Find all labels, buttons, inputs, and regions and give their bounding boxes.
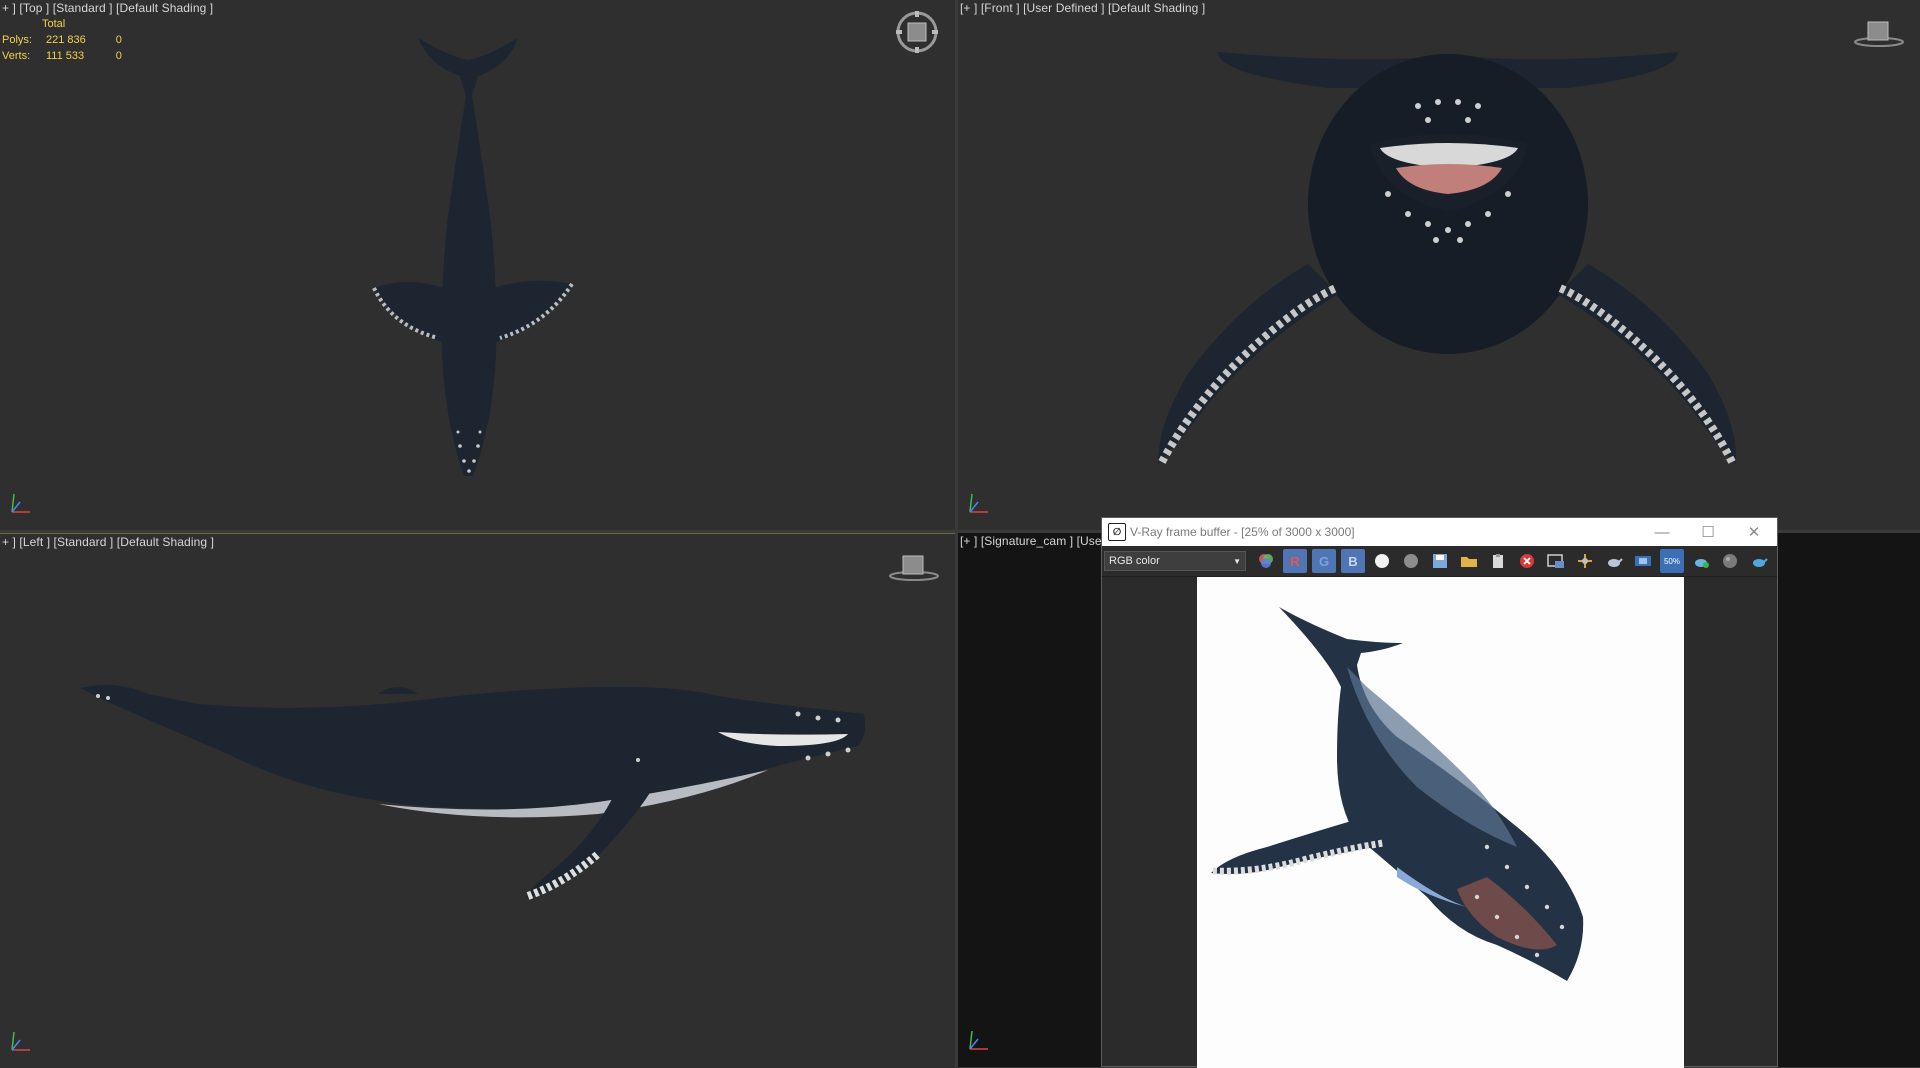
viewport-label-camera[interactable]: [+ ] [Signature_cam ] [User	[960, 534, 1106, 548]
stats-header: Total	[41, 18, 66, 30]
channel-select[interactable]: RGB color ▼	[1104, 551, 1246, 571]
viewport-top[interactable]: + ] [Top ] [Standard ] [Default Shading …	[0, 0, 955, 530]
stats-verts-selected: 0	[115, 50, 122, 62]
stats-overlay: Total Polys: 221 836 0 Verts: 111 533 0	[2, 16, 122, 64]
chevron-down-icon: ▼	[1233, 556, 1241, 566]
axis-gizmo-icon	[8, 1026, 34, 1054]
open-folder-icon[interactable]	[1457, 549, 1481, 573]
teapot-blue-icon[interactable]	[1747, 549, 1771, 573]
circle-white-icon[interactable]	[1370, 549, 1394, 573]
vfb-render-area[interactable]	[1102, 577, 1777, 1068]
vray-logo-icon: ∅	[1108, 523, 1126, 541]
blue-channel-button[interactable]: B	[1341, 549, 1365, 573]
vfb-title-bar[interactable]: ∅ V-Ray frame buffer - [25% of 3000 x 30…	[1102, 518, 1777, 546]
stats-polys-value: 221 836	[45, 34, 86, 46]
clipboard-icon[interactable]	[1486, 549, 1510, 573]
compare-icon[interactable]	[1631, 549, 1655, 573]
channel-select-value: RGB color	[1109, 555, 1160, 567]
viewcube-icon[interactable]	[895, 10, 939, 54]
save-icon[interactable]	[1428, 549, 1452, 573]
whale-top-view[interactable]	[368, 36, 578, 486]
maximize-button[interactable]: ☐	[1685, 518, 1731, 546]
link-icon[interactable]	[1573, 549, 1597, 573]
vfb-title: V-Ray frame buffer - [25% of 3000 x 3000…	[1130, 525, 1355, 539]
sphere-icon[interactable]	[1718, 549, 1742, 573]
viewport-left[interactable]: + ] [Left ] [Standard ] [Default Shading…	[0, 533, 955, 1068]
whale-left-view[interactable]	[78, 674, 878, 914]
vfb-toolbar: RGB color ▼ R G B 50%	[1102, 546, 1777, 577]
axis-gizmo-icon	[966, 1025, 992, 1053]
close-button[interactable]: ✕	[1731, 518, 1777, 546]
whale-front-view[interactable]	[1118, 44, 1778, 484]
red-channel-button[interactable]: R	[1283, 549, 1307, 573]
viewport-label-left[interactable]: + ] [Left ] [Standard ] [Default Shading…	[2, 535, 214, 549]
stats-polys-selected: 0	[115, 34, 122, 46]
axis-gizmo-icon	[8, 488, 34, 516]
vray-frame-buffer-window[interactable]: ∅ V-Ray frame buffer - [25% of 3000 x 30…	[1101, 517, 1778, 1068]
region-icon[interactable]	[1544, 549, 1568, 573]
viewport-label-top[interactable]: + ] [Top ] [Standard ] [Default Shading …	[2, 1, 213, 15]
stats-verts-label: Verts:	[2, 50, 31, 62]
viewport-label-front[interactable]: [+ ] [Front ] [User Defined ] [Default S…	[960, 1, 1205, 15]
clear-icon[interactable]	[1515, 549, 1539, 573]
rendered-image[interactable]	[1197, 577, 1684, 1068]
viewcube-icon[interactable]	[889, 552, 939, 582]
viewport-front[interactable]: [+ ] [Front ] [User Defined ] [Default S…	[958, 0, 1920, 530]
rendered-whale	[1211, 607, 1584, 981]
viewcube-icon[interactable]	[1854, 18, 1904, 48]
teapot-render-icon[interactable]	[1689, 549, 1713, 573]
stats-verts-value: 111 533	[45, 50, 85, 62]
layers-icon[interactable]	[1254, 549, 1278, 573]
teapot-icon[interactable]	[1602, 549, 1626, 573]
zoom-badge[interactable]: 50%	[1660, 549, 1684, 573]
minimize-button[interactable]: —	[1639, 518, 1685, 546]
green-channel-button[interactable]: G	[1312, 549, 1336, 573]
axis-gizmo-icon	[966, 488, 992, 516]
circle-grey-icon[interactable]	[1399, 549, 1423, 573]
stats-polys-label: Polys:	[2, 34, 32, 46]
